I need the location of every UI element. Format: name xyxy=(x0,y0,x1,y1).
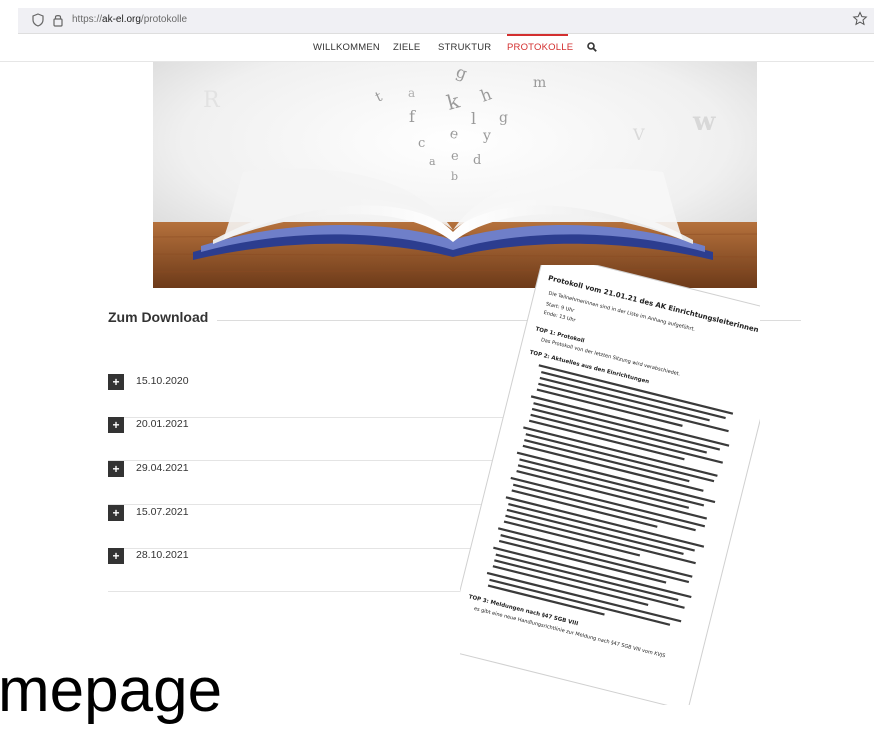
plus-icon[interactable]: + xyxy=(108,505,124,521)
plus-icon[interactable]: + xyxy=(108,461,124,477)
site-navigation: WILLKOMMEN ZIELE STRUKTUR PROTOKOLLE xyxy=(0,34,874,62)
hero-letter: a xyxy=(408,86,415,100)
hero-letter: a xyxy=(429,155,436,168)
hero-letter: m xyxy=(533,75,546,91)
browser-url-bar[interactable]: https://ak-el.org/protokolle xyxy=(18,8,874,34)
open-book-illustration: g h m a t k l g f e y c e d a b w V R xyxy=(153,62,757,288)
shield-icon xyxy=(32,13,44,27)
nav-item-willkommen[interactable]: WILLKOMMEN xyxy=(313,42,380,53)
hero-letter: d xyxy=(473,153,481,168)
hero-letter: b xyxy=(451,170,458,183)
accordion-date: 15.10.2020 xyxy=(136,375,189,387)
active-tab-indicator xyxy=(507,34,568,36)
bookmark-star-icon[interactable] xyxy=(852,11,868,27)
accordion-date: 15.07.2021 xyxy=(136,506,189,518)
url-domain: ak-el.org xyxy=(102,14,141,25)
nav-item-ziele[interactable]: ZIELE xyxy=(393,42,420,53)
accordion-date: 29.04.2021 xyxy=(136,462,189,474)
hero-letter: e xyxy=(451,149,459,164)
plus-icon[interactable]: + xyxy=(108,374,124,390)
url-prefix: https:// xyxy=(72,14,103,25)
hero-letter: y xyxy=(482,128,491,144)
url-path: /protokolle xyxy=(140,14,188,25)
search-icon[interactable] xyxy=(587,42,597,52)
protocol-document-photo: Protokoll vom 21.01.21 des AK Einrichtun… xyxy=(460,265,760,705)
plus-icon[interactable]: + xyxy=(108,417,124,433)
plus-icon[interactable]: + xyxy=(108,548,124,564)
nav-item-struktur[interactable]: STRUKTUR xyxy=(438,42,491,53)
lock-icon xyxy=(53,15,63,27)
hero-image: g h m a t k l g f e y c e d a b w V R xyxy=(153,62,757,288)
hero-letter: c xyxy=(418,136,425,151)
hero-letter: g xyxy=(499,110,508,126)
nav-item-protokolle[interactable]: PROTOKOLLE xyxy=(507,42,573,53)
accordion-date: 20.01.2021 xyxy=(136,418,189,430)
hero-letter: V xyxy=(632,125,645,144)
slide-overlay-text: mepage xyxy=(0,656,223,725)
hero-letter: R xyxy=(203,88,221,113)
download-section-title: Zum Download xyxy=(108,309,209,325)
url-text[interactable]: https://ak-el.org/protokolle xyxy=(72,14,187,25)
hero-letter: l xyxy=(471,109,476,128)
hero-letter: w xyxy=(692,107,716,137)
accordion-date: 28.10.2021 xyxy=(136,549,189,561)
